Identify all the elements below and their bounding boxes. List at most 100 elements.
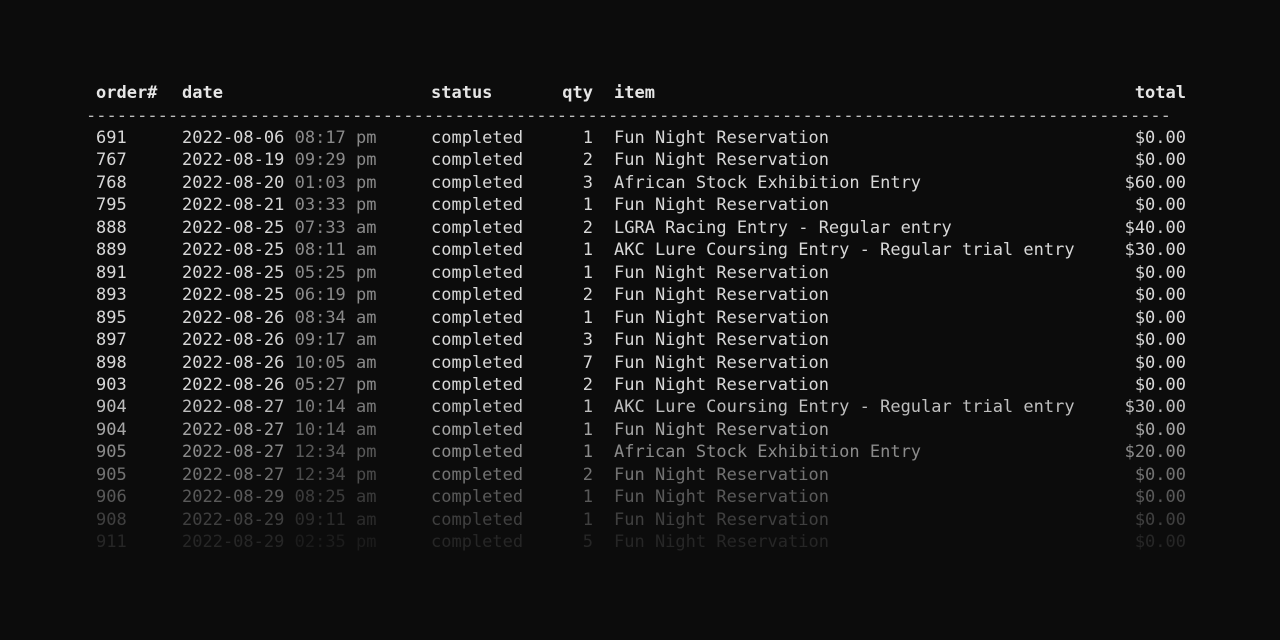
cell-date: 2022-08-29 08:25 am <box>182 486 377 508</box>
cell-qty: 2 <box>582 150 593 171</box>
cell-order: 889 <box>96 240 127 261</box>
cell-date: 2022-08-27 10:14 am <box>182 419 377 441</box>
cell-order: 895 <box>96 307 127 328</box>
cell-item: Fun Night Reservation <box>614 330 829 351</box>
cell-date-time: 08:34 am <box>294 307 377 328</box>
cell-date-day: 2022-08-21 <box>182 195 285 216</box>
cell-date: 2022-08-25 08:11 am <box>182 239 377 261</box>
table-row: 905 2022-08-27 12:34 pm completed 1 African … <box>0 441 1280 463</box>
cell-total: $0.00 <box>1134 150 1186 171</box>
cell-status: completed <box>431 464 524 485</box>
cell-date-time: 02:35 pm <box>294 532 377 553</box>
cell-date: 2022-08-27 10:14 am <box>182 396 377 418</box>
cell-qty: 2 <box>582 464 593 485</box>
cell-date-time: 05:27 pm <box>294 374 377 395</box>
cell-qty: 3 <box>582 172 593 193</box>
cell-item: Fun Night Reservation <box>614 195 829 216</box>
cell-item: Fun Night Reservation <box>614 352 829 373</box>
table-row: 903 2022-08-26 05:27 pm completed 2 Fun Nigh… <box>0 374 1280 396</box>
cell-date: 2022-08-25 06:19 pm <box>182 284 377 306</box>
table-row: 904 2022-08-27 10:14 am completed 1 Fun Nigh… <box>0 419 1280 441</box>
cell-date-day: 2022-08-25 <box>182 240 285 261</box>
cell-date-day: 2022-08-26 <box>182 352 285 373</box>
cell-qty: 1 <box>582 442 593 463</box>
cell-status: completed <box>431 150 524 171</box>
cell-date-time: 10:05 am <box>294 352 377 373</box>
cell-date-time: 01:03 pm <box>294 172 377 193</box>
cell-total: $0.00 <box>1134 307 1186 328</box>
cell-item: Fun Night Reservation <box>614 307 829 328</box>
cell-qty: 1 <box>582 128 593 148</box>
cell-status: completed <box>431 419 524 440</box>
table-row: 898 2022-08-26 10:05 am completed 7 Fun Nigh… <box>0 352 1280 374</box>
cell-date-time: 09:11 am <box>294 509 377 530</box>
cell-date-day: 2022-08-29 <box>182 509 285 530</box>
table-row: 905 2022-08-27 12:34 pm completed 2 Fun Nigh… <box>0 464 1280 486</box>
cell-qty: 2 <box>582 285 593 306</box>
cell-order: 897 <box>96 330 127 351</box>
cell-item: Fun Night Reservation <box>614 374 829 395</box>
cell-total: $30.00 <box>1124 397 1186 418</box>
cell-qty: 2 <box>582 374 593 395</box>
cell-date: 2022-08-29 02:35 pm <box>182 531 377 553</box>
cell-total: $0.00 <box>1134 464 1186 485</box>
cell-date-day: 2022-08-26 <box>182 330 285 351</box>
cell-total: $0.00 <box>1134 330 1186 351</box>
cell-date-time: 09:17 am <box>294 330 377 351</box>
cell-date-time: 08:25 am <box>294 487 377 508</box>
cell-total: $0.00 <box>1134 352 1186 373</box>
cell-item: AKC Lure Coursing Entry - Regular trial … <box>614 397 1075 418</box>
terminal-window: order# date status qty item total ------… <box>0 0 1280 640</box>
cell-item: African Stock Exhibition Entry <box>614 172 922 193</box>
table-row: 691 2022-08-06 08:17 pm completed 1 Fun Nigh… <box>0 127 1280 149</box>
cell-status: completed <box>431 330 524 351</box>
cell-total: $0.00 <box>1134 374 1186 395</box>
cell-order: 905 <box>96 464 127 485</box>
cell-date: 2022-08-25 05:25 pm <box>182 262 377 284</box>
cell-date-day: 2022-08-29 <box>182 532 285 553</box>
header-divider: ----------------------------------------… <box>86 106 1171 126</box>
cell-order: 888 <box>96 217 127 238</box>
header-qty: qty <box>562 83 593 103</box>
cell-date: 2022-08-26 09:17 am <box>182 329 377 351</box>
cell-total: $0.00 <box>1134 285 1186 306</box>
header-order: order# <box>96 83 158 103</box>
cell-item: Fun Night Reservation <box>614 128 829 148</box>
table-row: 767 2022-08-19 09:29 pm completed 2 Fun Nigh… <box>0 149 1280 171</box>
cell-order: 905 <box>96 442 127 463</box>
table-row: 911 2022-08-29 02:35 pm completed 5 Fun Nigh… <box>0 531 1280 553</box>
table-row: 904 2022-08-27 10:14 am completed 1 AKC Lure… <box>0 396 1280 418</box>
cell-date-time: 08:11 am <box>294 240 377 261</box>
cell-order: 891 <box>96 262 127 283</box>
table-row: 895 2022-08-26 08:34 am completed 1 Fun Nigh… <box>0 307 1280 329</box>
cell-date-time: 12:34 pm <box>294 464 377 485</box>
cell-status: completed <box>431 307 524 328</box>
cell-status: completed <box>431 240 524 261</box>
cell-date-time: 10:14 am <box>294 397 377 418</box>
header-date: date <box>182 83 223 103</box>
table-row: 795 2022-08-21 03:33 pm completed 1 Fun Nigh… <box>0 194 1280 216</box>
cell-order: 904 <box>96 397 127 418</box>
cell-item: LGRA Racing Entry - Regular entry <box>614 217 952 238</box>
cell-date: 2022-08-27 12:34 pm <box>182 464 377 486</box>
cell-date-day: 2022-08-20 <box>182 172 285 193</box>
cell-date-time: 09:29 pm <box>294 150 377 171</box>
cell-date-day: 2022-08-19 <box>182 150 285 171</box>
cell-date-day: 2022-08-25 <box>182 217 285 238</box>
cell-total: $20.00 <box>1124 442 1186 463</box>
cell-order: 904 <box>96 419 127 440</box>
cell-date: 2022-08-26 08:34 am <box>182 307 377 329</box>
cell-order: 906 <box>96 487 127 508</box>
cell-item: AKC Lure Coursing Entry - Regular trial … <box>614 240 1075 261</box>
cell-status: completed <box>431 374 524 395</box>
cell-date-day: 2022-08-25 <box>182 285 285 306</box>
cell-total: $40.00 <box>1124 217 1186 238</box>
cell-status: completed <box>431 397 524 418</box>
cell-order: 911 <box>96 532 127 553</box>
cell-date-time: 03:33 pm <box>294 195 377 216</box>
cell-date-day: 2022-08-27 <box>182 419 285 440</box>
cell-date-time: 07:33 am <box>294 217 377 238</box>
cell-item: African Stock Exhibition Entry <box>614 442 922 463</box>
cell-total: $0.00 <box>1134 419 1186 440</box>
table-row: 889 2022-08-25 08:11 am completed 1 AKC Lure… <box>0 239 1280 261</box>
